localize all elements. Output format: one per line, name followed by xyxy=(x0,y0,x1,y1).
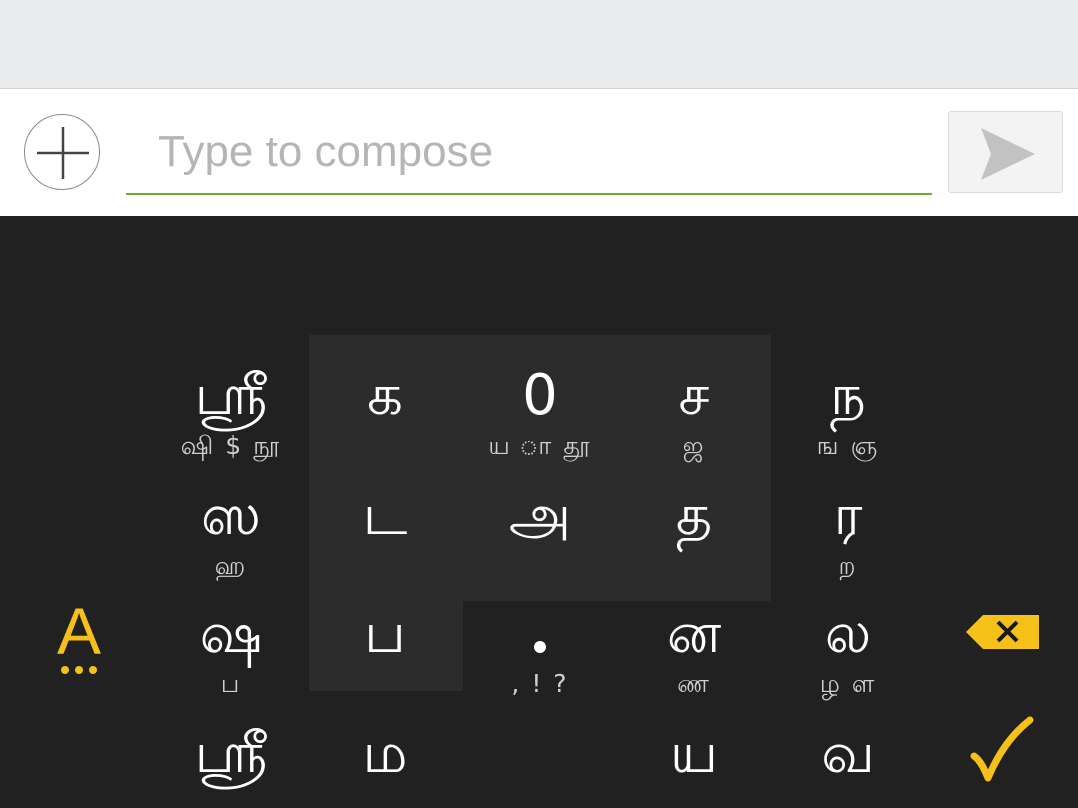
key-main: ன xyxy=(666,601,722,666)
key-r1-c5[interactable]: ந ங ஞ xyxy=(773,361,923,461)
key-main: ட xyxy=(362,483,408,548)
key-main: ப xyxy=(364,601,406,666)
key-main: 0 xyxy=(522,363,558,428)
key-period[interactable]: , ! ? xyxy=(465,599,615,699)
key-sub xyxy=(310,431,460,461)
key-r4-c2[interactable]: ம xyxy=(310,719,460,789)
key-main: ர xyxy=(833,483,863,548)
key-sub: ஹ xyxy=(214,551,248,580)
backspace-key[interactable] xyxy=(965,614,1041,654)
top-bar xyxy=(0,0,1078,89)
key-main: ஸ xyxy=(200,483,262,548)
key-r3-c2[interactable]: ப xyxy=(310,599,460,699)
key-main: த xyxy=(675,483,713,548)
key-r2-c2[interactable]: ட xyxy=(310,481,460,581)
key-sub: ஷி $ நூ xyxy=(180,431,282,460)
key-r2-c1[interactable]: ஸ ஹ xyxy=(156,481,306,581)
key-sub xyxy=(619,551,769,581)
language-letter: A xyxy=(56,594,102,668)
add-attachment-button[interactable] xyxy=(24,114,100,190)
key-sub xyxy=(465,551,615,581)
key-main: க xyxy=(367,363,403,428)
key-r4-c4[interactable]: ய xyxy=(619,719,769,789)
key-r1-c4[interactable]: ச ஜ xyxy=(619,361,769,461)
language-switch-key[interactable]: A xyxy=(44,598,114,678)
key-main: ச xyxy=(678,363,710,428)
key-sub xyxy=(310,551,460,581)
compose-input[interactable] xyxy=(126,113,932,191)
key-main: வ xyxy=(821,721,875,786)
key-r2-c5[interactable]: ர ற xyxy=(773,481,923,581)
done-key[interactable] xyxy=(970,716,1034,786)
key-sub: ழ ள xyxy=(819,669,877,698)
key-sub: ங ஞ xyxy=(816,431,880,460)
key-r1-c1[interactable]: ஸ்ரீ ஷி $ நூ xyxy=(156,361,306,461)
compose-input-container xyxy=(126,113,932,195)
checkmark-icon xyxy=(970,716,1034,782)
compose-bar xyxy=(0,89,1078,216)
send-arrow-icon xyxy=(981,128,1035,180)
backspace-icon xyxy=(966,615,1039,649)
key-main: ந xyxy=(830,363,866,428)
key-sub: ஜ xyxy=(682,431,706,460)
more-options-dots xyxy=(44,666,114,674)
send-button[interactable] xyxy=(948,111,1063,193)
key-main: ஷ xyxy=(199,601,263,666)
key-r1-c3[interactable]: 0 ய ா தூ xyxy=(465,361,615,461)
key-main: ய xyxy=(669,721,718,786)
key-sub: ற xyxy=(838,551,858,580)
period-dot xyxy=(465,599,615,669)
key-r2-c3[interactable]: அ xyxy=(465,481,615,581)
key-sub: , ! ? xyxy=(511,669,569,698)
plus-icon xyxy=(37,127,89,179)
key-main: ஸ்ரீ xyxy=(194,363,268,428)
key-sub xyxy=(310,669,460,699)
key-sub: ய ா தூ xyxy=(488,431,592,460)
key-r3-c4[interactable]: ன ண xyxy=(619,599,769,699)
key-r3-c1[interactable]: ஷ ப xyxy=(156,599,306,699)
key-sub: ப xyxy=(220,669,242,698)
key-main: ல xyxy=(824,601,872,666)
key-r4-c1[interactable]: ஸ்ரீ xyxy=(156,719,306,789)
key-r3-c5[interactable]: ல ழ ள xyxy=(773,599,923,699)
key-r2-c4[interactable]: த xyxy=(619,481,769,581)
key-main: அ xyxy=(508,483,572,548)
key-main: ஸ்ரீ xyxy=(194,721,268,786)
keyboard: A ஸ்ரீ ஷி $ நூ க 0 ய ா தூ ச ஜ ந ங ஞ ஸ ஹ … xyxy=(0,216,1078,808)
key-sub: ண xyxy=(677,669,711,698)
key-r1-c2[interactable]: க xyxy=(310,361,460,461)
key-main: ம xyxy=(362,721,408,786)
key-r4-c5[interactable]: வ xyxy=(773,719,923,789)
